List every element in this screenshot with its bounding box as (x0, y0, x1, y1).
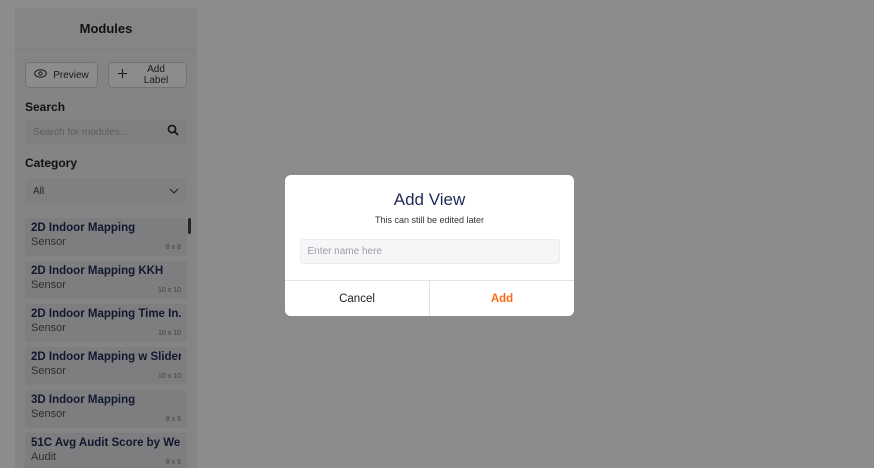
add-button[interactable]: Add (430, 281, 574, 316)
dialog-footer: Cancel Add (285, 280, 574, 316)
dialog-title: Add View (393, 190, 466, 209)
view-name-input[interactable] (299, 239, 560, 264)
add-view-dialog: Add View This can still be edited later … (285, 175, 574, 316)
dialog-subtitle: This can still be edited later (374, 215, 485, 225)
cancel-button[interactable]: Cancel (285, 281, 430, 316)
